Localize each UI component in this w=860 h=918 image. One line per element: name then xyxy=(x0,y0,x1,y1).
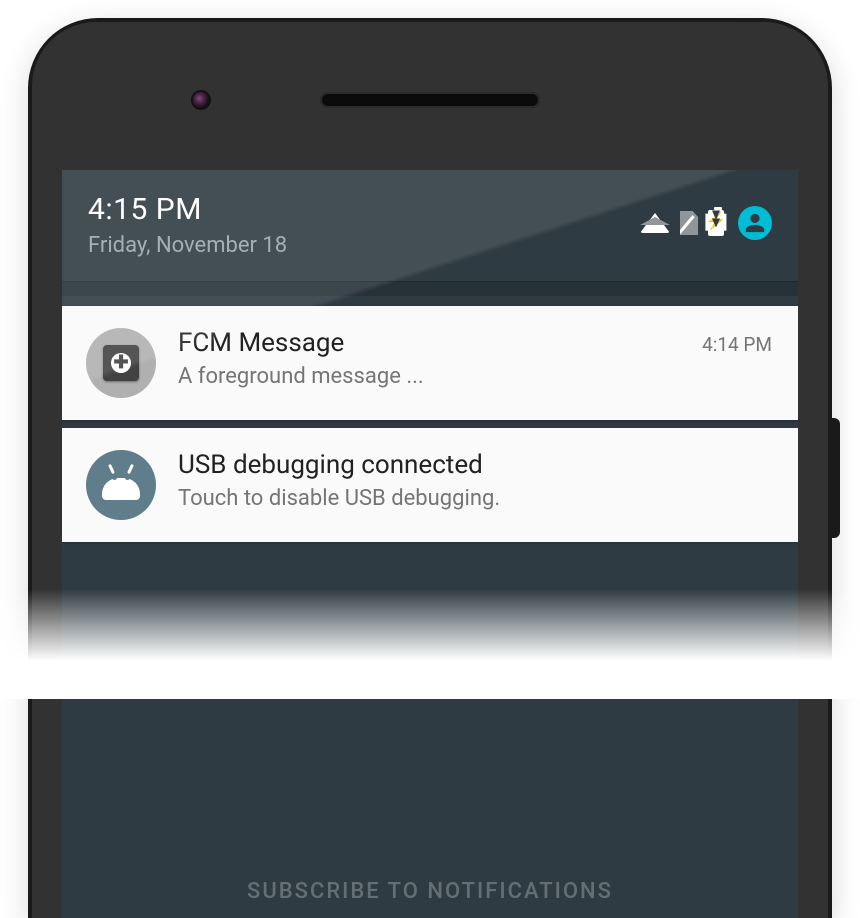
phone-device-frame: 4:15 PM Friday, November 18 ⚡ ✚ xyxy=(28,18,832,918)
wifi-icon xyxy=(640,213,670,233)
notification-body: USB debugging connected Touch to disable… xyxy=(178,450,772,511)
clock-block: 4:15 PM Friday, November 18 xyxy=(88,192,287,258)
no-sim-icon xyxy=(680,211,698,235)
app-fcm-icon: ✚ xyxy=(86,328,156,398)
android-head-icon xyxy=(102,470,140,500)
phone-screen: 4:15 PM Friday, November 18 ⚡ ✚ xyxy=(62,170,798,918)
notification-subtitle: A foreground message ... xyxy=(178,364,772,389)
status-time: 4:15 PM xyxy=(88,192,287,227)
notification-time: 4:14 PM xyxy=(702,333,772,356)
front-camera xyxy=(193,92,209,108)
subscribe-button[interactable]: SUBSCRIBE TO NOTIFICATIONS xyxy=(247,879,613,904)
notification-item[interactable]: ✚ FCM Message 4:14 PM A foreground messa… xyxy=(62,306,798,420)
battery-charging-icon: ⚡ xyxy=(708,210,724,236)
notification-title: USB debugging connected xyxy=(178,450,483,480)
app-launcher-icon: ✚ xyxy=(103,345,139,381)
notification-item-ghost xyxy=(62,550,798,610)
plus-icon: ✚ xyxy=(111,353,131,373)
notification-item[interactable]: USB debugging connected Touch to disable… xyxy=(62,428,798,542)
shade-divider xyxy=(62,282,798,296)
notification-subtitle: Touch to disable USB debugging. xyxy=(178,486,772,511)
earpiece-speaker xyxy=(320,92,540,108)
status-icons-group: ⚡ xyxy=(640,206,772,240)
android-system-icon xyxy=(86,450,156,520)
status-date: Friday, November 18 xyxy=(88,233,287,258)
notification-body: FCM Message 4:14 PM A foreground message… xyxy=(178,328,772,389)
notification-list: ✚ FCM Message 4:14 PM A foreground messa… xyxy=(62,296,798,610)
notification-shade-header[interactable]: 4:15 PM Friday, November 18 ⚡ xyxy=(62,170,798,282)
notification-title: FCM Message xyxy=(178,328,344,358)
profile-avatar-icon[interactable] xyxy=(738,206,772,240)
power-button[interactable] xyxy=(832,418,840,538)
